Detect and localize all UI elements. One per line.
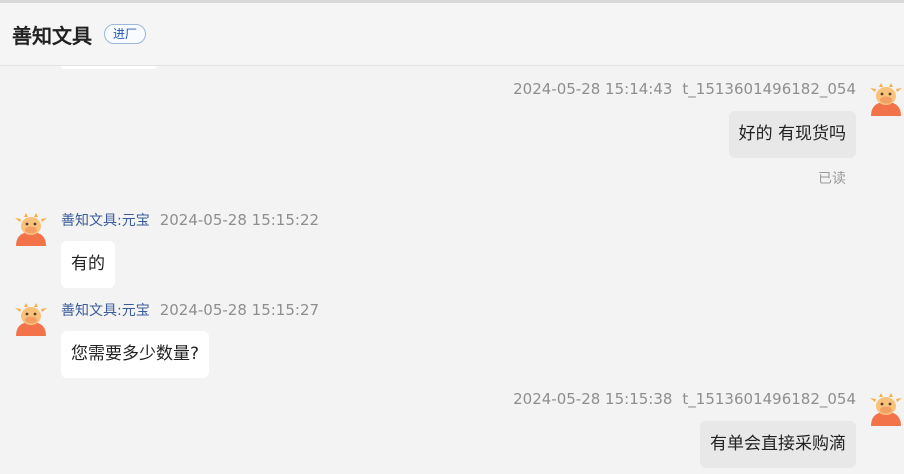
message-timestamp: 2024-05-28 15:15:38 <box>513 390 673 408</box>
message-bubble[interactable]: 好的 有现货吗 <box>728 111 856 158</box>
message-meta: 2024-05-28 15:15:38 t_1513601496182_054 <box>513 390 856 408</box>
message-timestamp: 2024-05-28 15:15:22 <box>159 211 320 229</box>
message-meta: 善知文具:元宝 2024-05-28 15:15:22 <box>61 210 319 230</box>
shop-tag-badge[interactable]: 进厂 <box>104 24 147 44</box>
message-timestamp: 2024-05-28 15:15:27 <box>159 301 320 319</box>
message-user-id: t_1513601496182_054 <box>682 390 856 408</box>
message-bubble[interactable]: 您需要多少数量? <box>61 331 210 378</box>
sender-name[interactable]: 善知文具:元宝 <box>61 303 150 319</box>
message-list[interactable]: 2024-05-28 15:14:43 t_1513601496182_054 好… <box>0 66 904 474</box>
message-bubble[interactable]: 有的 <box>61 241 115 288</box>
user-avatar-icon[interactable] <box>868 80 904 116</box>
message-timestamp: 2024-05-28 15:14:43 <box>513 80 673 98</box>
message-bubble[interactable]: 有单会直接采购滴 <box>700 421 856 468</box>
sender-name[interactable]: 善知文具:元宝 <box>61 213 150 229</box>
message-meta: 善知文具:元宝 2024-05-28 15:15:27 <box>61 300 319 320</box>
message-meta: 2024-05-28 15:14:43 t_1513601496182_054 <box>513 80 856 98</box>
message-user-id: t_1513601496182_054 <box>682 80 856 98</box>
shop-name[interactable]: 善知文具 <box>12 20 92 49</box>
agent-avatar-icon[interactable] <box>13 210 49 246</box>
chat-header: 善知文具 进厂 <box>0 3 904 66</box>
user-avatar-icon[interactable] <box>868 390 904 426</box>
agent-avatar-icon[interactable] <box>13 300 49 336</box>
read-status: 已读 <box>818 171 846 187</box>
previous-message-bubble-edge <box>61 66 157 69</box>
